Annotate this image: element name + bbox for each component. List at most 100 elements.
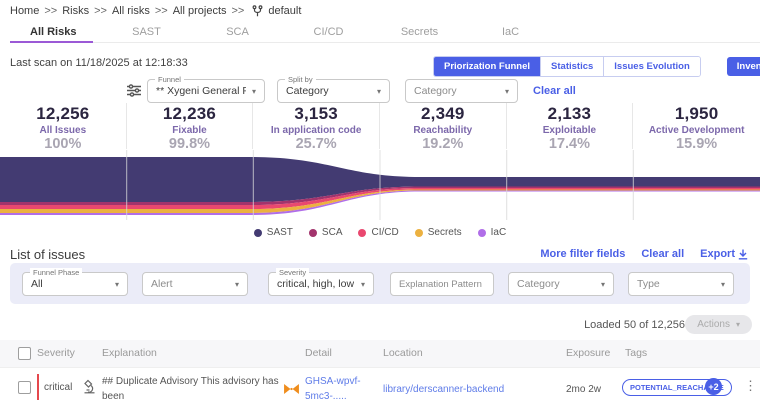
stat-value: 12,236 xyxy=(162,104,217,123)
tag-more-badge[interactable]: +2 xyxy=(705,378,722,395)
column-severity[interactable]: Severity xyxy=(37,347,75,359)
explanation-line1: ## Duplicate Advisory This advisory has … xyxy=(102,376,279,402)
category-placeholder: Category xyxy=(414,85,457,97)
location-link[interactable]: library/derscanner-backend xyxy=(383,382,504,397)
breadcrumb-separator: >> xyxy=(94,5,107,17)
column-tags[interactable]: Tags xyxy=(625,347,647,359)
split-by-value: Category xyxy=(286,85,329,97)
breadcrumb-branch[interactable]: default xyxy=(268,5,301,17)
breadcrumb-all-projects[interactable]: All projects xyxy=(173,5,227,17)
inventory-assets-button[interactable]: Inventory Assets xyxy=(726,57,760,76)
chevron-down-icon: ▾ xyxy=(376,86,381,96)
severity-indicator-bar xyxy=(37,374,39,400)
exposure-value: 2mo 2w xyxy=(566,384,602,395)
secrets-dot-icon xyxy=(414,228,423,237)
priorization-funnel-chart xyxy=(0,150,760,220)
kebab-menu-icon[interactable]: ⋮ xyxy=(744,378,757,394)
tab-sca[interactable]: SCA xyxy=(192,22,283,42)
funnel-phase-select[interactable]: Funnel Phase All ▾ xyxy=(22,268,128,296)
stat-all-issues: 12,256 All Issues 100% xyxy=(0,103,127,152)
priorization-funnel-button[interactable]: Priorization Funnel xyxy=(434,57,542,76)
stat-label: Active Development xyxy=(648,125,745,136)
select-all-checkbox[interactable] xyxy=(18,347,31,360)
issues-table-header: Severity Explanation Detail Location Exp… xyxy=(0,340,760,367)
legend-item-sca[interactable]: SCA xyxy=(308,227,342,238)
chevron-down-icon: ▾ xyxy=(234,279,239,289)
breadcrumb-risks[interactable]: Risks xyxy=(62,5,89,17)
explanation-cell[interactable]: ## Duplicate Advisory This advisory has … xyxy=(102,374,297,405)
severity-value: critical xyxy=(44,382,73,393)
chevron-down-icon: ▾ xyxy=(360,279,365,289)
legend-item-cicd[interactable]: CI/CD xyxy=(358,227,399,238)
stat-label: Reachability xyxy=(413,125,473,136)
type-select[interactable]: Type ▾ xyxy=(628,272,734,296)
severity-label: Severity xyxy=(276,268,310,277)
funnel-stats: 12,256 All Issues 100% 12,236 Fixable 99… xyxy=(0,103,760,152)
chevron-down-icon: ▾ xyxy=(114,279,119,289)
detail-line2: 5mc3-..... xyxy=(305,391,347,402)
list-of-issues-title: List of issues xyxy=(10,247,86,262)
statistics-button[interactable]: Statistics xyxy=(541,57,605,76)
stat-label: In application code xyxy=(270,125,362,136)
legend-item-secrets[interactable]: Secrets xyxy=(414,227,462,238)
explanation-pattern-placeholder: Explanation Pattern xyxy=(399,278,482,290)
table-row[interactable]: critical ## Duplicate Advisory This advi… xyxy=(0,367,760,405)
sca-dot-icon xyxy=(308,228,317,237)
issues-filter-panel: Funnel Phase All ▾ Alert ▾ Severity crit… xyxy=(10,263,750,304)
severity-value: critical, high, low xyxy=(277,278,355,290)
funnel-phase-label: Funnel Phase xyxy=(30,268,83,277)
loaded-count: Loaded 50 of 12,256 xyxy=(584,319,685,331)
chevron-down-icon: ▾ xyxy=(720,279,725,289)
funnel-select[interactable]: Funnel ** Xygeni General Prioritizat... … xyxy=(147,75,265,103)
severity-select[interactable]: Severity critical, high, low ▾ xyxy=(268,268,374,296)
column-explanation[interactable]: Explanation xyxy=(102,347,157,359)
split-by-select[interactable]: Split by Category ▾ xyxy=(277,75,390,103)
funnel-phase-value: All xyxy=(31,278,43,290)
tab-cicd[interactable]: CI/CD xyxy=(283,22,374,42)
detail-link[interactable]: GHSA-wpvf- 5mc3-..... xyxy=(305,374,361,404)
issues-evolution-button[interactable]: Issues Evolution xyxy=(604,57,700,76)
issues-clear-all-link[interactable]: Clear all xyxy=(641,248,684,260)
row-checkbox[interactable] xyxy=(18,381,31,394)
tab-secrets[interactable]: Secrets xyxy=(374,22,465,42)
stat-label: All Issues xyxy=(39,125,87,136)
legend-item-iac[interactable]: IaC xyxy=(477,227,506,238)
clear-all-link[interactable]: Clear all xyxy=(533,85,576,97)
breadcrumb-all-risks[interactable]: All risks xyxy=(112,5,150,17)
explanation-pattern-input[interactable]: Explanation Pattern xyxy=(390,272,494,296)
chevron-down-icon: ▾ xyxy=(735,320,740,329)
legend-item-sast[interactable]: SAST xyxy=(253,227,293,238)
chevron-down-icon: ▾ xyxy=(251,86,256,96)
chart-legend: SAST SCA CI/CD Secrets IaC xyxy=(0,227,760,238)
actions-label: Actions xyxy=(697,319,730,330)
column-exposure[interactable]: Exposure xyxy=(566,347,610,359)
risk-tabs: All Risks SAST SCA CI/CD Secrets IaC xyxy=(10,22,760,43)
breadcrumb-home[interactable]: Home xyxy=(10,5,39,17)
type-placeholder: Type xyxy=(637,278,660,290)
stat-value: 1,950 xyxy=(674,104,719,123)
sast-dot-icon xyxy=(253,228,262,237)
stat-exploitable: 2,133 Exploitable 17.4% xyxy=(507,103,634,152)
category-select[interactable]: Category ▾ xyxy=(405,79,518,103)
list-links: More filter fields Clear all Export xyxy=(540,248,748,260)
tab-sast[interactable]: SAST xyxy=(101,22,192,42)
stat-active-development: 1,950 Active Development 15.9% xyxy=(633,103,760,152)
tab-all-risks[interactable]: All Risks xyxy=(10,22,101,43)
stat-fixable: 12,236 Fixable 99.8% xyxy=(127,103,254,152)
breadcrumb-separator: >> xyxy=(44,5,58,17)
chevron-down-icon: ▾ xyxy=(600,279,605,289)
column-location[interactable]: Location xyxy=(383,347,423,359)
actions-button[interactable]: Actions ▾ xyxy=(685,315,752,334)
stat-value: 3,153 xyxy=(294,104,338,123)
stat-value: 2,133 xyxy=(547,104,592,123)
more-filter-fields-link[interactable]: More filter fields xyxy=(540,248,625,260)
loaded-row: Loaded 50 of 12,256 Actions ▾ xyxy=(0,315,760,335)
stat-label: Fixable xyxy=(172,125,207,136)
column-detail[interactable]: Detail xyxy=(305,347,332,359)
alert-select[interactable]: Alert ▾ xyxy=(142,272,248,296)
filter-sliders-icon[interactable] xyxy=(127,84,141,102)
category-filter-select[interactable]: Category ▾ xyxy=(508,272,614,296)
tab-iac[interactable]: IaC xyxy=(465,22,556,42)
export-link[interactable]: Export xyxy=(700,248,748,260)
stat-value: 2,349 xyxy=(421,104,465,123)
